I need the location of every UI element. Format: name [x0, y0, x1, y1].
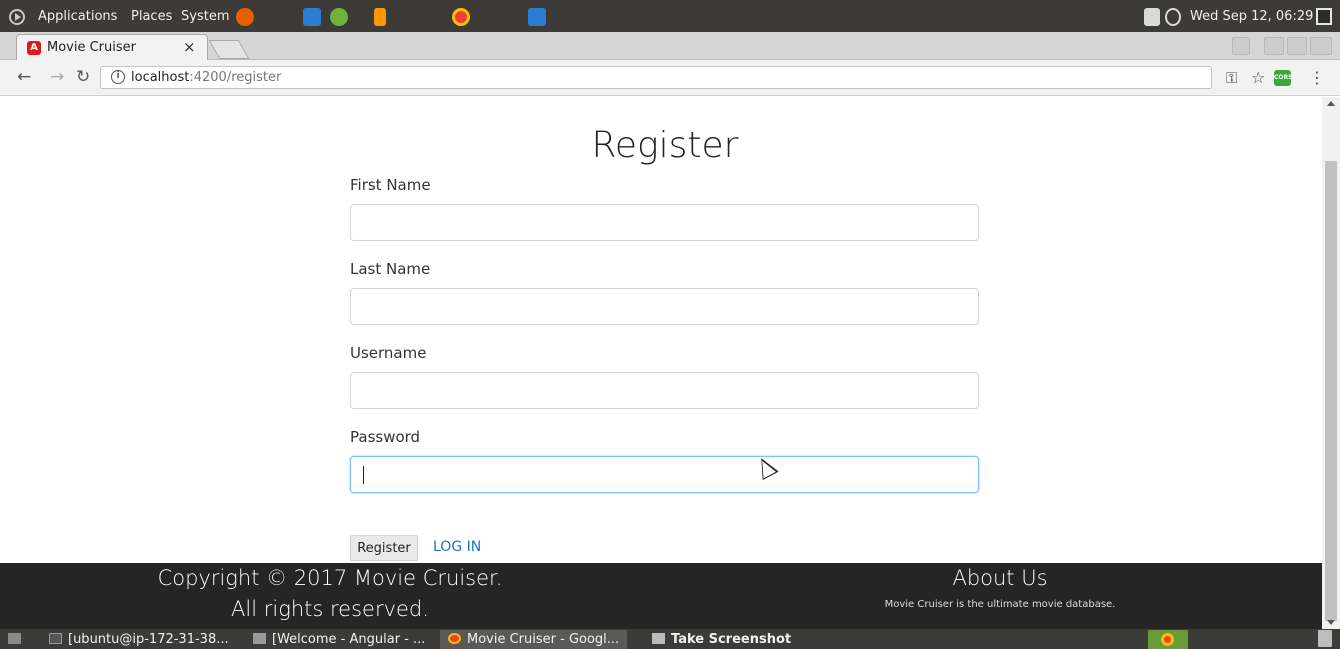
- chrome-icon: [1161, 633, 1174, 646]
- firefox-icon[interactable]: [236, 8, 254, 26]
- clock[interactable]: Wed Sep 12, 06:29: [1190, 9, 1313, 24]
- desktop-icon: [8, 633, 21, 644]
- copyright-line: All rights reserved.: [231, 597, 429, 621]
- username-label: Username: [350, 344, 427, 362]
- chrome-launcher-icon[interactable]: [452, 8, 470, 26]
- tab-close-icon[interactable]: ×: [183, 38, 196, 56]
- star-icon[interactable]: ☆: [1251, 68, 1265, 87]
- password-input[interactable]: [350, 456, 979, 493]
- sublime-icon[interactable]: [374, 8, 386, 26]
- reload-icon[interactable]: ↻: [76, 67, 90, 87]
- taskbar-item-label: [Welcome - Angular - ...: [272, 632, 426, 647]
- footer-copyright: Copyright © 2017 Movie Cruiser. All righ…: [150, 563, 510, 625]
- about-us-title: About Us: [952, 566, 1048, 590]
- last-name-label: Last Name: [350, 260, 431, 278]
- taskbar-item-terminal[interactable]: [ubuntu@ip-172-31-38...: [49, 630, 229, 649]
- window-icon: [253, 633, 266, 644]
- vscode-icon[interactable]: [303, 8, 321, 26]
- last-name-input[interactable]: [350, 288, 979, 325]
- page-title: Register: [591, 125, 739, 166]
- copyright-line: Copyright © 2017 Movie Cruiser.: [157, 566, 503, 590]
- close-window-icon[interactable]: [1310, 37, 1332, 55]
- applications-menu[interactable]: Applications: [38, 9, 117, 24]
- top-panel: Applications Places System Wed Sep 12, 0…: [0, 0, 1340, 32]
- scroll-up-icon[interactable]: [1327, 101, 1335, 106]
- workspace-switcher[interactable]: [1148, 630, 1188, 649]
- taskbar-item-angular[interactable]: [Welcome - Angular - ...: [253, 630, 425, 649]
- maximize-icon[interactable]: [1287, 37, 1307, 55]
- taskbar-item-label: Movie Cruiser - Googl...: [467, 632, 620, 647]
- volume-icon[interactable]: [1165, 8, 1181, 26]
- url-host: localhost: [131, 70, 190, 85]
- taskbar-item-label: Take Screenshot: [671, 632, 792, 647]
- profile-icon[interactable]: [1232, 37, 1250, 55]
- taskbar-item-label: [ubuntu@ip-172-31-38...: [68, 632, 229, 647]
- back-arrow-icon[interactable]: ←: [17, 67, 31, 87]
- scroll-down-icon[interactable]: [1327, 620, 1335, 625]
- menu-icon[interactable]: ⋮: [1309, 68, 1325, 87]
- first-name-label: First Name: [350, 176, 431, 194]
- new-tab-button[interactable]: [208, 40, 250, 59]
- scroll-thumb[interactable]: [1325, 161, 1337, 621]
- username-input[interactable]: [350, 372, 979, 409]
- chrome-icon: [448, 633, 461, 644]
- info-icon[interactable]: i: [111, 70, 125, 84]
- page-viewport: Register First Name Last Name Username P…: [0, 97, 1340, 629]
- browser-tab[interactable]: A Movie Cruiser ×: [16, 34, 208, 61]
- address-bar[interactable]: i localhost:4200/register: [100, 66, 1212, 89]
- spring-icon[interactable]: [330, 8, 348, 26]
- taskbar-item-chrome[interactable]: Movie Cruiser - Googl...: [440, 630, 628, 649]
- browser-toolbar: ← → ↻ i localhost:4200/register ⚿ ☆ CORS…: [0, 60, 1340, 96]
- forward-arrow-icon[interactable]: →: [50, 67, 64, 87]
- first-name-input[interactable]: [350, 204, 979, 241]
- system-menu[interactable]: System: [181, 9, 229, 24]
- trash-icon[interactable]: [1318, 630, 1332, 647]
- minimize-icon[interactable]: [1264, 37, 1284, 55]
- show-desktop-icon[interactable]: [8, 630, 22, 649]
- text-caret: [363, 466, 364, 484]
- password-label: Password: [350, 428, 421, 446]
- show-desktop-icon[interactable]: [1316, 8, 1332, 25]
- screenshot-icon: [652, 633, 665, 644]
- about-us-text: Movie Cruiser is the ultimate movie data…: [884, 599, 1116, 610]
- tab-strip: A Movie Cruiser ×: [0, 32, 1340, 61]
- search-icon[interactable]: [1144, 8, 1160, 26]
- taskbar-item-screenshot[interactable]: Take Screenshot: [652, 630, 791, 649]
- vertical-scrollbar[interactable]: [1322, 97, 1340, 629]
- footer: Copyright © 2017 Movie Cruiser. All righ…: [0, 563, 1322, 629]
- key-icon[interactable]: ⚿: [1226, 69, 1237, 87]
- terminal-icon: [49, 633, 62, 644]
- login-link[interactable]: LOG IN: [433, 539, 481, 555]
- places-menu[interactable]: Places: [131, 9, 172, 24]
- register-button[interactable]: Register: [350, 535, 418, 561]
- taskbar: [ubuntu@ip-172-31-38... [Welcome - Angul…: [0, 629, 1340, 649]
- tab-title: Movie Cruiser: [47, 40, 136, 55]
- url-path: :4200/register: [189, 70, 282, 85]
- angular-favicon-icon: A: [27, 41, 41, 55]
- applications-icon[interactable]: [9, 9, 25, 25]
- vscode-icon[interactable]: [528, 8, 546, 26]
- cors-extension-icon[interactable]: CORS: [1274, 70, 1292, 86]
